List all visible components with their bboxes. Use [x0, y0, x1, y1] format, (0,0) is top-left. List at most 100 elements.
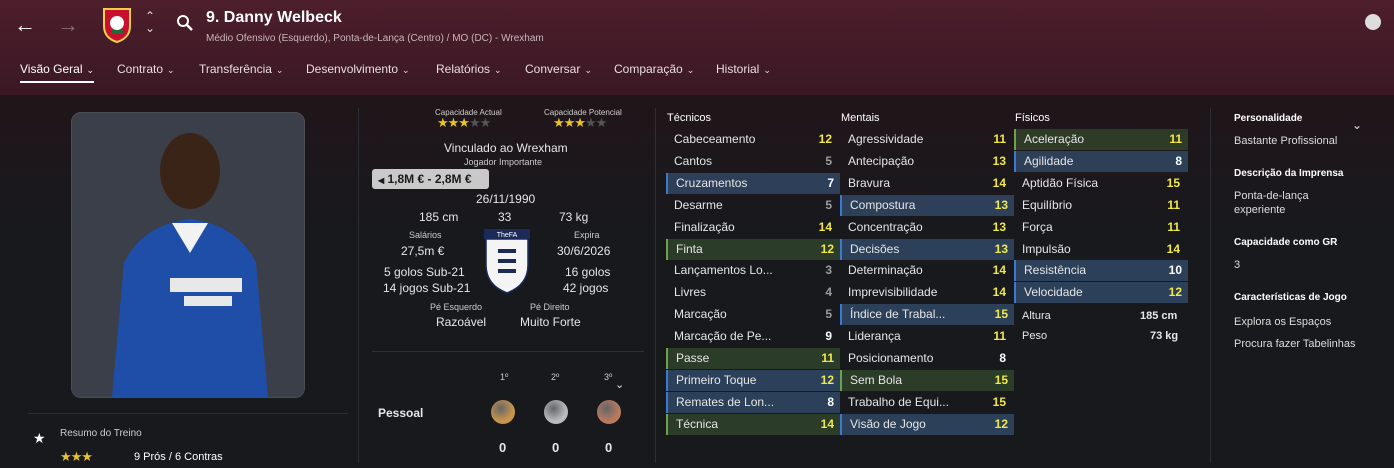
globe-icon[interactable] — [1365, 14, 1381, 30]
attribute-row[interactable]: Visão de Jogo 12 — [840, 413, 1014, 435]
attribute-name: Decisões — [850, 241, 900, 256]
value-badge[interactable]: ◀ 1,8M € - 2,8M € — [372, 169, 489, 189]
club-crest-icon[interactable] — [101, 6, 133, 44]
attribute-value: 15 — [994, 307, 1008, 322]
current-ability-stars: ★★★★★ — [437, 115, 491, 130]
tab-transfer[interactable]: Transferência ⌄ — [199, 62, 283, 76]
back-arrow-icon[interactable]: ← — [14, 12, 36, 38]
attribute-row[interactable]: Impulsão 14 — [1014, 239, 1186, 260]
attribute-row[interactable]: Aptidão Física 15 — [1014, 173, 1186, 194]
attribute-row[interactable]: Resistência 10 — [1014, 260, 1188, 282]
national-team-badge-icon[interactable]: TheFA — [484, 229, 530, 295]
attribute-row[interactable]: Bravura 14 — [840, 173, 1012, 194]
chevron-left-icon: ◀ — [378, 176, 385, 185]
attribute-row[interactable]: Desarme 5 — [666, 195, 838, 216]
attribute-value: 14 — [992, 285, 1006, 300]
attribute-value: 15 — [992, 394, 1006, 409]
player-header: ← → ⌃ ⌄ 9. Danny Welbeck Médio Ofensivo (… — [0, 0, 1394, 95]
attribute-row[interactable]: Determinação 14 — [840, 260, 1012, 281]
attribute-row[interactable]: Imprevisibilidade 14 — [840, 282, 1012, 303]
training-stars: ★★★ — [60, 449, 93, 464]
training-summary[interactable]: 9 Prós / 6 Contras — [134, 451, 223, 463]
attribute-row[interactable]: Aceleração 11 — [1014, 129, 1188, 150]
attribute-name: Agressividade — [848, 132, 924, 146]
attribute-value: 11 — [1167, 197, 1180, 212]
player-trait: Procura fazer Tabelinhas — [1234, 338, 1356, 350]
attribute-row[interactable]: Finta 12 — [666, 238, 840, 260]
attribute-row[interactable]: Cruzamentos 7 — [666, 172, 840, 194]
player-switch-chevrons[interactable]: ⌃ ⌄ — [145, 10, 155, 34]
tab-reports[interactable]: Relatórios ⌄ — [436, 62, 502, 76]
attribute-value: 12 — [820, 372, 834, 387]
chevron-down-icon[interactable]: ⌄ — [1352, 118, 1362, 132]
tab-development[interactable]: Desenvolvimento ⌄ — [306, 62, 410, 76]
attribute-row[interactable]: Livres 4 — [666, 282, 838, 303]
attribute-value: 10 — [1168, 263, 1182, 278]
attribute-name: Agilidade — [1024, 153, 1074, 168]
tab-overview[interactable]: Visão Geral ⌄ — [20, 62, 95, 83]
attribute-name: Determinação — [848, 263, 923, 278]
gk-ability-label: Capacidade como GR — [1234, 237, 1338, 248]
attribute-row[interactable]: Agilidade 8 — [1014, 150, 1188, 172]
left-foot-value: Razoável — [436, 315, 487, 329]
chevron-down-icon: ⌄ — [402, 65, 410, 75]
attribute-row[interactable]: Antecipação 13 — [840, 151, 1012, 172]
attribute-row[interactable]: Marcação de Pe... 9 — [666, 326, 838, 347]
attribute-row[interactable]: Lançamentos Lo... 3 — [666, 260, 838, 281]
physical-height-value: 185 cm — [1140, 310, 1178, 322]
attribute-row[interactable]: Posicionamento 8 — [840, 348, 1012, 369]
attribute-row[interactable]: Passe 11 — [666, 348, 840, 369]
attribute-row[interactable]: Velocidade 12 — [1014, 282, 1188, 304]
attribute-row[interactable]: Equilíbrio 11 — [1014, 195, 1186, 216]
attribute-name: Finalização — [674, 219, 735, 234]
attribute-row[interactable]: Concentração 13 — [840, 217, 1012, 238]
attribute-name: Finta — [676, 241, 703, 256]
attribute-value: 12 — [1168, 285, 1182, 300]
attribute-row[interactable]: Primeiro Toque 12 — [666, 369, 840, 391]
attribute-value: 5 — [825, 153, 832, 168]
attribute-value: 4 — [825, 285, 832, 300]
attribute-value: 15 — [994, 372, 1008, 387]
attribute-row[interactable]: Agressividade 11 — [840, 129, 1012, 150]
attribute-row[interactable]: Técnica 14 — [666, 413, 840, 435]
attribute-row[interactable]: Marcação 5 — [666, 304, 838, 325]
attribute-value: 14 — [1166, 241, 1180, 256]
attribute-row[interactable]: Força 11 — [1014, 217, 1186, 238]
value-range: 1,8M € - 2,8M € — [387, 172, 472, 186]
attribute-name: Velocidade — [1024, 285, 1083, 300]
attribute-row[interactable]: Trabalho de Equi... 15 — [840, 392, 1012, 413]
attribute-name: Posicionamento — [848, 351, 934, 365]
attribute-row[interactable]: Liderança 11 — [840, 326, 1012, 347]
tab-history[interactable]: Historial ⌄ — [716, 62, 771, 76]
contract-club: Vinculado ao Wrexham — [444, 141, 568, 155]
attribute-row[interactable]: Compostura 13 — [840, 194, 1014, 216]
attribute-value: 12 — [818, 132, 832, 146]
attribute-row[interactable]: Sem Bola 15 — [840, 369, 1014, 391]
player-traits-label: Características de Jogo — [1234, 292, 1347, 303]
tab-talk[interactable]: Conversar ⌄ — [525, 62, 592, 76]
tab-contract[interactable]: Contrato ⌄ — [117, 62, 175, 76]
technical-heading: Técnicos — [667, 112, 712, 124]
forward-arrow-icon[interactable]: → — [57, 12, 79, 38]
weight-value: 73 kg — [559, 210, 589, 224]
attribute-row[interactable]: Cantos 5 — [666, 151, 838, 172]
attribute-row[interactable]: Finalização 14 — [666, 217, 838, 238]
attribute-name: Índice de Trabal... — [850, 307, 946, 322]
chevron-down-icon[interactable]: ⌄ — [615, 378, 624, 391]
chevron-down-icon: ⌄ — [584, 65, 592, 75]
tab-comparison[interactable]: Comparação ⌄ — [614, 62, 694, 76]
attribute-value: 14 — [992, 175, 1006, 190]
search-icon[interactable] — [176, 14, 194, 32]
tab-label: Transferência — [199, 62, 272, 76]
tab-label: Comparação — [614, 62, 683, 76]
attribute-row[interactable]: Índice de Trabal... 15 — [840, 304, 1014, 326]
expires-value: 30/6/2026 — [557, 244, 611, 258]
attribute-name: Sem Bola — [850, 372, 903, 387]
attribute-row[interactable]: Cabeceamento 12 — [666, 129, 838, 150]
attribute-name: Visão de Jogo — [850, 416, 926, 431]
left-foot-label: Pé Esquerdo — [430, 302, 483, 312]
attribute-row[interactable]: Decisões 13 — [840, 238, 1014, 260]
attribute-row[interactable]: Remates de Lon... 8 — [666, 391, 840, 413]
attribute-value: 8 — [1175, 153, 1182, 168]
awards-label: Pessoal — [378, 406, 424, 420]
